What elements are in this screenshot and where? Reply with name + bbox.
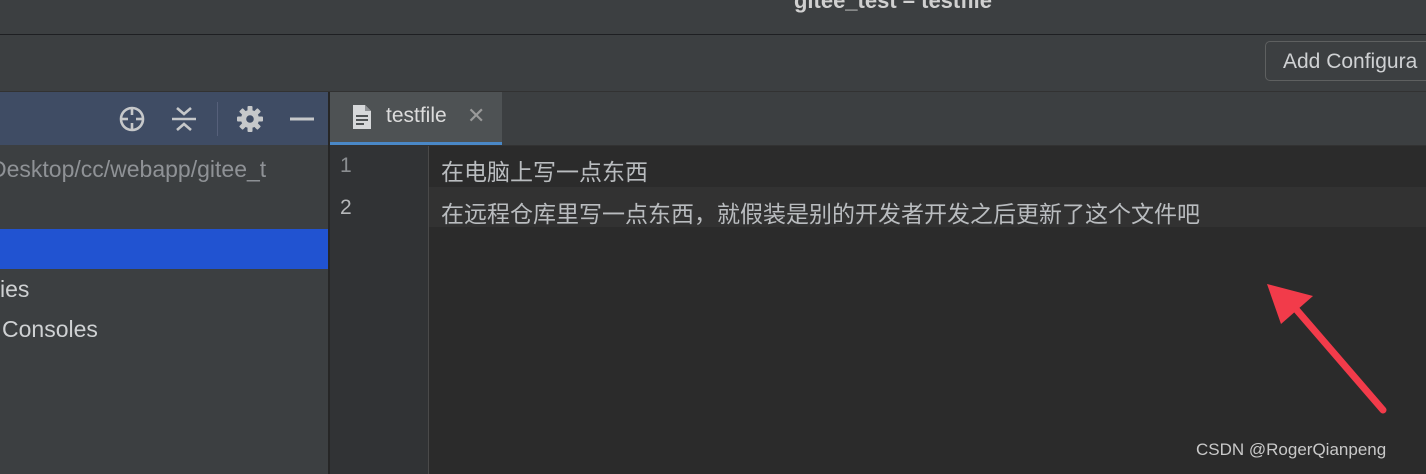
- header-separator: [217, 102, 218, 136]
- editor-tab-bar: testfile ✕: [330, 92, 1426, 146]
- minimize-icon[interactable]: [287, 104, 317, 134]
- code-line[interactable]: 在远程仓库里写一点东西，就假装是别的开发者开发之后更新了这个文件吧: [441, 195, 1200, 229]
- gear-icon[interactable]: [235, 104, 265, 134]
- tree-item-label: ies: [0, 276, 30, 302]
- tree-item[interactable]: [0, 189, 328, 229]
- close-icon[interactable]: ✕: [467, 103, 485, 129]
- collapse-all-icon[interactable]: [169, 104, 199, 134]
- tree-item-project-path[interactable]: Desktop/cc/webapp/gitee_t: [0, 149, 328, 189]
- window-title: gitee_test – testfile: [793, 0, 993, 13]
- tree-item-label: Consoles: [2, 316, 98, 342]
- project-panel: Desktop/cc/webapp/gitee_t ies Consoles: [0, 92, 328, 474]
- main-toolbar: Add Configura: [0, 35, 1426, 92]
- tree-item-label: Desktop/cc/webapp/gitee_t: [0, 156, 267, 182]
- tree-item-selected[interactable]: [0, 229, 328, 269]
- text-file-icon: [352, 104, 372, 135]
- crosshair-icon[interactable]: [117, 104, 147, 134]
- tab-label: testfile: [386, 104, 447, 127]
- line-number: 2: [340, 196, 352, 219]
- tree-item-scratches-consoles[interactable]: Consoles: [0, 309, 328, 349]
- tree-item-libraries[interactable]: ies: [0, 269, 328, 309]
- project-panel-header: [0, 92, 328, 145]
- line-number: 1: [340, 154, 352, 177]
- title-bar: gitee_test – testfile: [0, 0, 1426, 35]
- annotation-arrow-icon: [1267, 284, 1387, 414]
- watermark: CSDN @RogerQianpeng: [1196, 440, 1387, 459]
- ide-window: gitee_test – testfile Add Configura Desk…: [0, 0, 1426, 474]
- tab-testfile[interactable]: testfile ✕: [330, 92, 502, 145]
- add-configuration-button[interactable]: Add Configura: [1265, 41, 1426, 81]
- line-number-gutter: 1 2: [330, 146, 429, 474]
- code-line[interactable]: 在电脑上写一点东西: [441, 153, 648, 187]
